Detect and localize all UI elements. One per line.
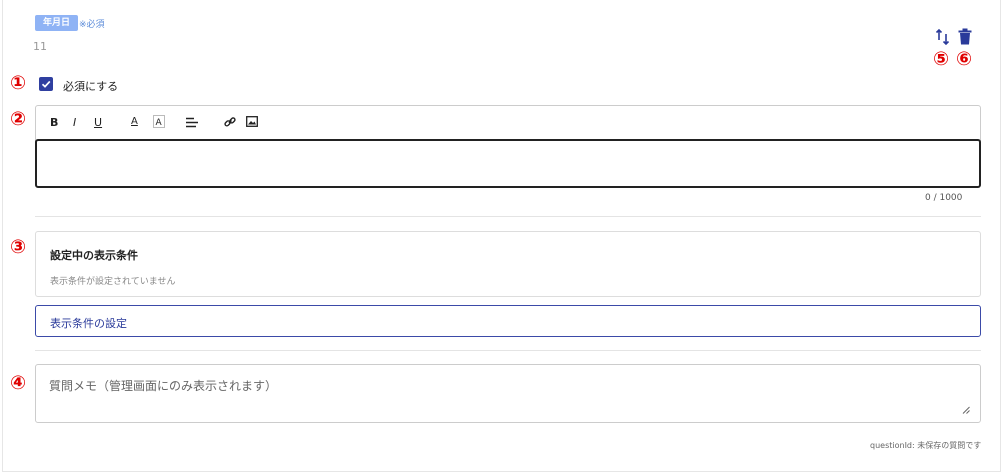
rich-text-editor: B I U A A bbox=[35, 105, 981, 188]
align-icon[interactable] bbox=[186, 117, 198, 131]
reorder-icon[interactable] bbox=[935, 27, 951, 47]
trash-icon[interactable] bbox=[958, 28, 972, 45]
conditions-empty-text: 表示条件が設定されていません bbox=[50, 277, 176, 287]
editor-toolbar: B I U A A bbox=[36, 106, 980, 139]
image-icon[interactable] bbox=[246, 116, 258, 130]
highlight-color-icon[interactable]: A bbox=[153, 115, 165, 131]
resize-handle-icon[interactable] bbox=[962, 406, 970, 414]
question-memo-textarea[interactable]: 質問メモ（管理画面にのみ表示されます） bbox=[35, 364, 981, 423]
marker-2: ② bbox=[10, 108, 27, 130]
question-id-label: questionId: 未保存の質問です bbox=[870, 441, 982, 450]
marker-6: ⑥ bbox=[956, 48, 973, 70]
italic-button[interactable]: I bbox=[73, 116, 76, 129]
question-type-badge: 年月日 bbox=[35, 15, 79, 31]
memo-placeholder: 質問メモ（管理画面にのみ表示されます） bbox=[49, 379, 278, 393]
check-icon bbox=[41, 80, 51, 88]
marker-3: ③ bbox=[10, 236, 27, 258]
text-color-button[interactable]: A bbox=[131, 116, 138, 127]
underline-button[interactable]: U bbox=[94, 116, 102, 129]
marker-5: ⑤ bbox=[933, 48, 950, 70]
question-number: 11 bbox=[33, 40, 47, 53]
required-checkbox-label: 必須にする bbox=[63, 80, 119, 93]
marker-4: ④ bbox=[10, 372, 27, 394]
svg-text:A: A bbox=[156, 118, 163, 128]
set-conditions-button[interactable]: 表示条件の設定 bbox=[35, 305, 981, 337]
bold-button[interactable]: B bbox=[50, 116, 58, 129]
link-icon[interactable] bbox=[224, 116, 236, 131]
conditions-title: 設定中の表示条件 bbox=[50, 249, 138, 262]
divider bbox=[35, 216, 981, 217]
required-note: ※必須 bbox=[79, 20, 105, 30]
set-conditions-label: 表示条件の設定 bbox=[50, 317, 127, 330]
marker-1: ① bbox=[10, 72, 27, 94]
display-conditions-panel: 設定中の表示条件 表示条件が設定されていません bbox=[35, 231, 981, 297]
char-count: 0 / 1000 bbox=[925, 193, 963, 203]
divider bbox=[35, 350, 981, 351]
required-checkbox[interactable] bbox=[39, 77, 53, 91]
editor-input[interactable] bbox=[35, 139, 981, 188]
